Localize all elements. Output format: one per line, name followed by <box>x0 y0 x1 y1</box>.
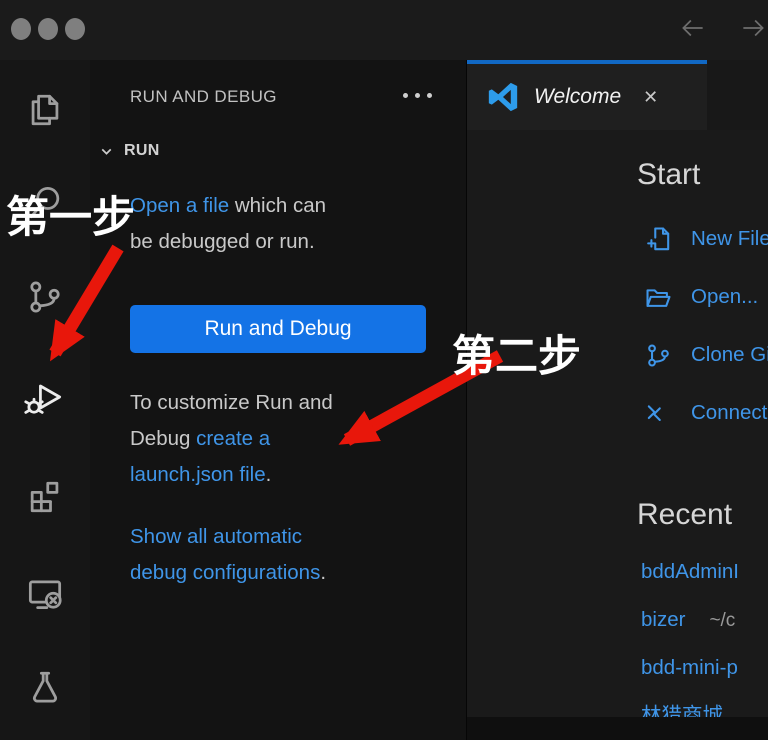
source-control-icon[interactable] <box>23 275 67 319</box>
editor-bottom-strip <box>467 717 768 740</box>
show-all-configs: Show all automatic debug configurations. <box>130 519 326 591</box>
vscode-logo-icon <box>486 80 520 114</box>
recent-item[interactable]: bdd-mini-p <box>641 656 762 686</box>
explorer-icon[interactable] <box>23 88 67 132</box>
remote-explorer-icon[interactable] <box>23 570 67 614</box>
run-and-debug-panel: RUN AND DEBUG RUN Open a file which can … <box>90 60 467 740</box>
title-bar <box>0 0 768 60</box>
extensions-icon[interactable] <box>23 475 67 519</box>
chevron-down-icon <box>98 143 115 160</box>
start-item-connect[interactable]: Connect to... <box>643 394 768 432</box>
run-and-debug-icon[interactable] <box>23 375 67 419</box>
panel-title: RUN AND DEBUG <box>130 87 277 107</box>
show-all-automatic-link[interactable]: Show all automatic <box>130 525 302 548</box>
start-heading: Start <box>637 158 700 192</box>
recent-item[interactable]: bizer~/c <box>641 608 735 638</box>
more-actions-icon[interactable] <box>403 93 432 98</box>
remote-connect-icon <box>643 398 674 429</box>
run-and-debug-button[interactable]: Run and Debug <box>130 305 426 353</box>
search-icon[interactable] <box>23 181 67 225</box>
tab-close-icon[interactable]: ✕ <box>643 87 658 108</box>
testing-icon[interactable] <box>23 665 67 709</box>
open-file-hint: Open a file which can be debugged or run… <box>130 188 326 260</box>
customize-hint: To customize Run and Debug create a laun… <box>130 385 333 493</box>
new-file-icon <box>643 224 674 255</box>
tab-title: Welcome <box>534 85 621 109</box>
welcome-page: Start New File... Open... Clone Git Repo… <box>467 130 768 740</box>
activity-bar <box>0 60 90 740</box>
navigate-back-icon[interactable] <box>678 13 708 41</box>
navigate-forward-icon[interactable] <box>738 13 768 41</box>
clone-repository-icon <box>643 340 674 371</box>
recent-item[interactable]: bddAdminI <box>641 560 763 590</box>
debug-configurations-link[interactable]: debug configurations <box>130 561 320 584</box>
start-item-open[interactable]: Open... <box>643 278 758 316</box>
vscode-window: RUN AND DEBUG RUN Open a file which can … <box>0 0 768 740</box>
run-section-label: RUN <box>124 142 160 160</box>
start-item-new-file[interactable]: New File... <box>643 220 768 258</box>
create-launch-json-link[interactable]: create a <box>196 427 270 450</box>
folder-opened-icon <box>643 282 674 313</box>
open-a-file-link[interactable]: Open a file <box>130 194 229 217</box>
launch-json-file-link[interactable]: launch.json file <box>130 463 266 486</box>
start-item-clone[interactable]: Clone Git Repository... <box>643 336 768 374</box>
tab-welcome[interactable]: Welcome ✕ <box>467 60 707 130</box>
window-controls <box>11 18 85 40</box>
run-section-header[interactable]: RUN <box>98 142 160 160</box>
minimize-window-button[interactable] <box>38 18 58 40</box>
recent-heading: Recent <box>637 498 732 532</box>
maximize-window-button[interactable] <box>65 18 85 40</box>
close-window-button[interactable] <box>11 18 31 40</box>
editor-group: Welcome ✕ Start New File... Open... Clon… <box>467 60 768 740</box>
